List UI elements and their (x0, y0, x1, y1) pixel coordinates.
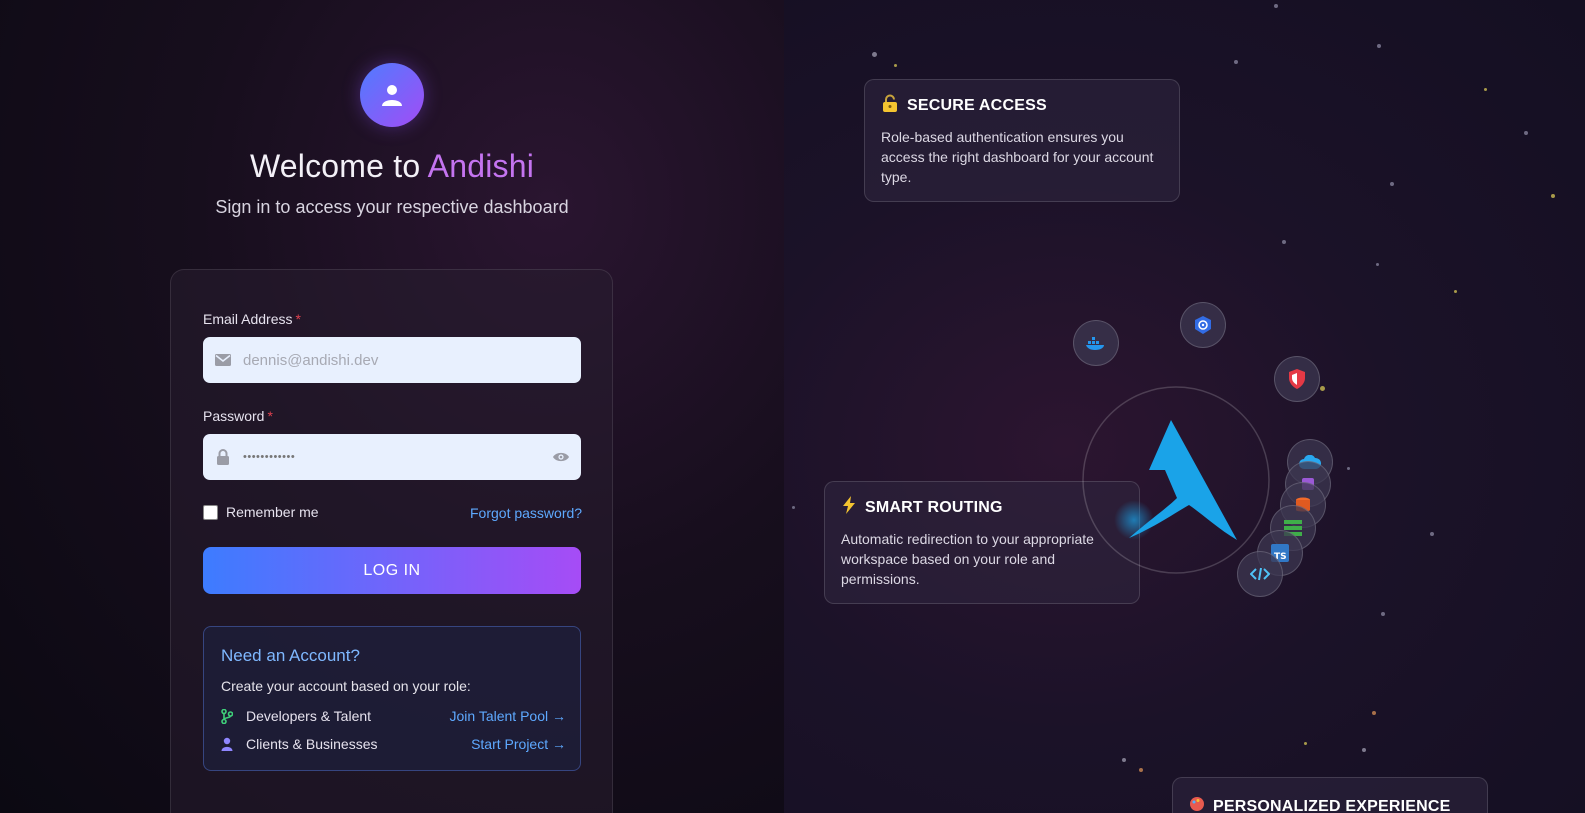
particle (1122, 758, 1126, 762)
password-field-wrapper (203, 434, 581, 480)
email-input[interactable] (243, 351, 581, 369)
need-account-box: Need an Account? Create your account bas… (203, 626, 581, 771)
account-row-developers: Developers & Talent Join Talent Pool → (221, 708, 566, 724)
account-row-label: Developers & Talent (246, 708, 372, 724)
page-subtitle: Sign in to access your respective dashbo… (215, 197, 569, 217)
particle (894, 64, 897, 67)
remember-me-label: Remember me (226, 504, 319, 520)
particle (1484, 88, 1487, 91)
particle (1376, 263, 1379, 266)
feature-card-secure-access: SECURE ACCESS Role-based authentication … (864, 79, 1180, 202)
palette-icon (1189, 796, 1205, 813)
account-title: Need an Account? (221, 646, 360, 665)
login-button[interactable]: LOG IN (203, 547, 581, 594)
password-label: Password * (203, 408, 273, 424)
particle (1362, 748, 1366, 752)
particle (1372, 711, 1376, 715)
remember-me-checkbox[interactable] (203, 504, 218, 520)
forgot-password-link[interactable]: Forgot password? (470, 505, 582, 521)
branch-icon (221, 708, 246, 724)
feature-title: PERSONALIZED EXPERIENCE (1213, 797, 1451, 813)
password-input[interactable] (243, 451, 541, 463)
feature-showcase-panel: SECURE ACCESS Role-based authentication … (784, 0, 1585, 813)
join-talent-pool-link[interactable]: Join Talent Pool → (450, 708, 566, 724)
particle (872, 52, 877, 57)
login-panel: Welcome to Andishi Sign in to access you… (0, 0, 784, 813)
particle (1551, 194, 1555, 198)
particle (1304, 742, 1307, 745)
particle (1377, 44, 1381, 48)
particle (1430, 532, 1434, 536)
docker-icon (1073, 320, 1119, 366)
start-project-link[interactable]: Start Project → (471, 736, 566, 752)
particle (1282, 240, 1286, 244)
account-description: Create your account based on your role: (221, 678, 471, 694)
email-field-wrapper (203, 337, 581, 383)
brand-name: Andishi (427, 148, 535, 184)
particle (1524, 131, 1528, 135)
email-label: Email Address * (203, 311, 301, 327)
particle (1139, 768, 1143, 772)
particle (1390, 182, 1394, 186)
envelope-icon (203, 354, 243, 366)
user-avatar-icon (360, 63, 424, 127)
remember-me[interactable]: Remember me (203, 504, 319, 520)
andishi-logo-icon (1129, 420, 1237, 540)
particle (1234, 60, 1238, 64)
eye-icon[interactable] (541, 451, 581, 463)
kubernetes-icon (1180, 302, 1226, 348)
shield-icon (1274, 356, 1320, 402)
feature-card-personalized-experience: PERSONALIZED EXPERIENCE (1172, 777, 1488, 813)
particle (1320, 386, 1325, 391)
particle (1381, 612, 1385, 616)
particle (1347, 467, 1350, 470)
account-row-label: Clients & Businesses (246, 736, 378, 752)
lightning-icon (841, 496, 857, 519)
lock-icon (203, 449, 243, 465)
particle (1274, 4, 1278, 8)
feature-title: SECURE ACCESS (907, 96, 1047, 114)
account-row-clients: Clients & Businesses Start Project → (221, 736, 566, 752)
feature-description: Role-based authentication ensures you ac… (881, 129, 1154, 185)
particle (1454, 290, 1457, 293)
lock-icon (881, 94, 899, 117)
user-icon (221, 737, 246, 751)
code-icon (1237, 551, 1283, 597)
particle (792, 506, 795, 509)
page-title: Welcome to Andishi (249, 148, 535, 184)
feature-title: SMART ROUTING (865, 498, 1003, 516)
